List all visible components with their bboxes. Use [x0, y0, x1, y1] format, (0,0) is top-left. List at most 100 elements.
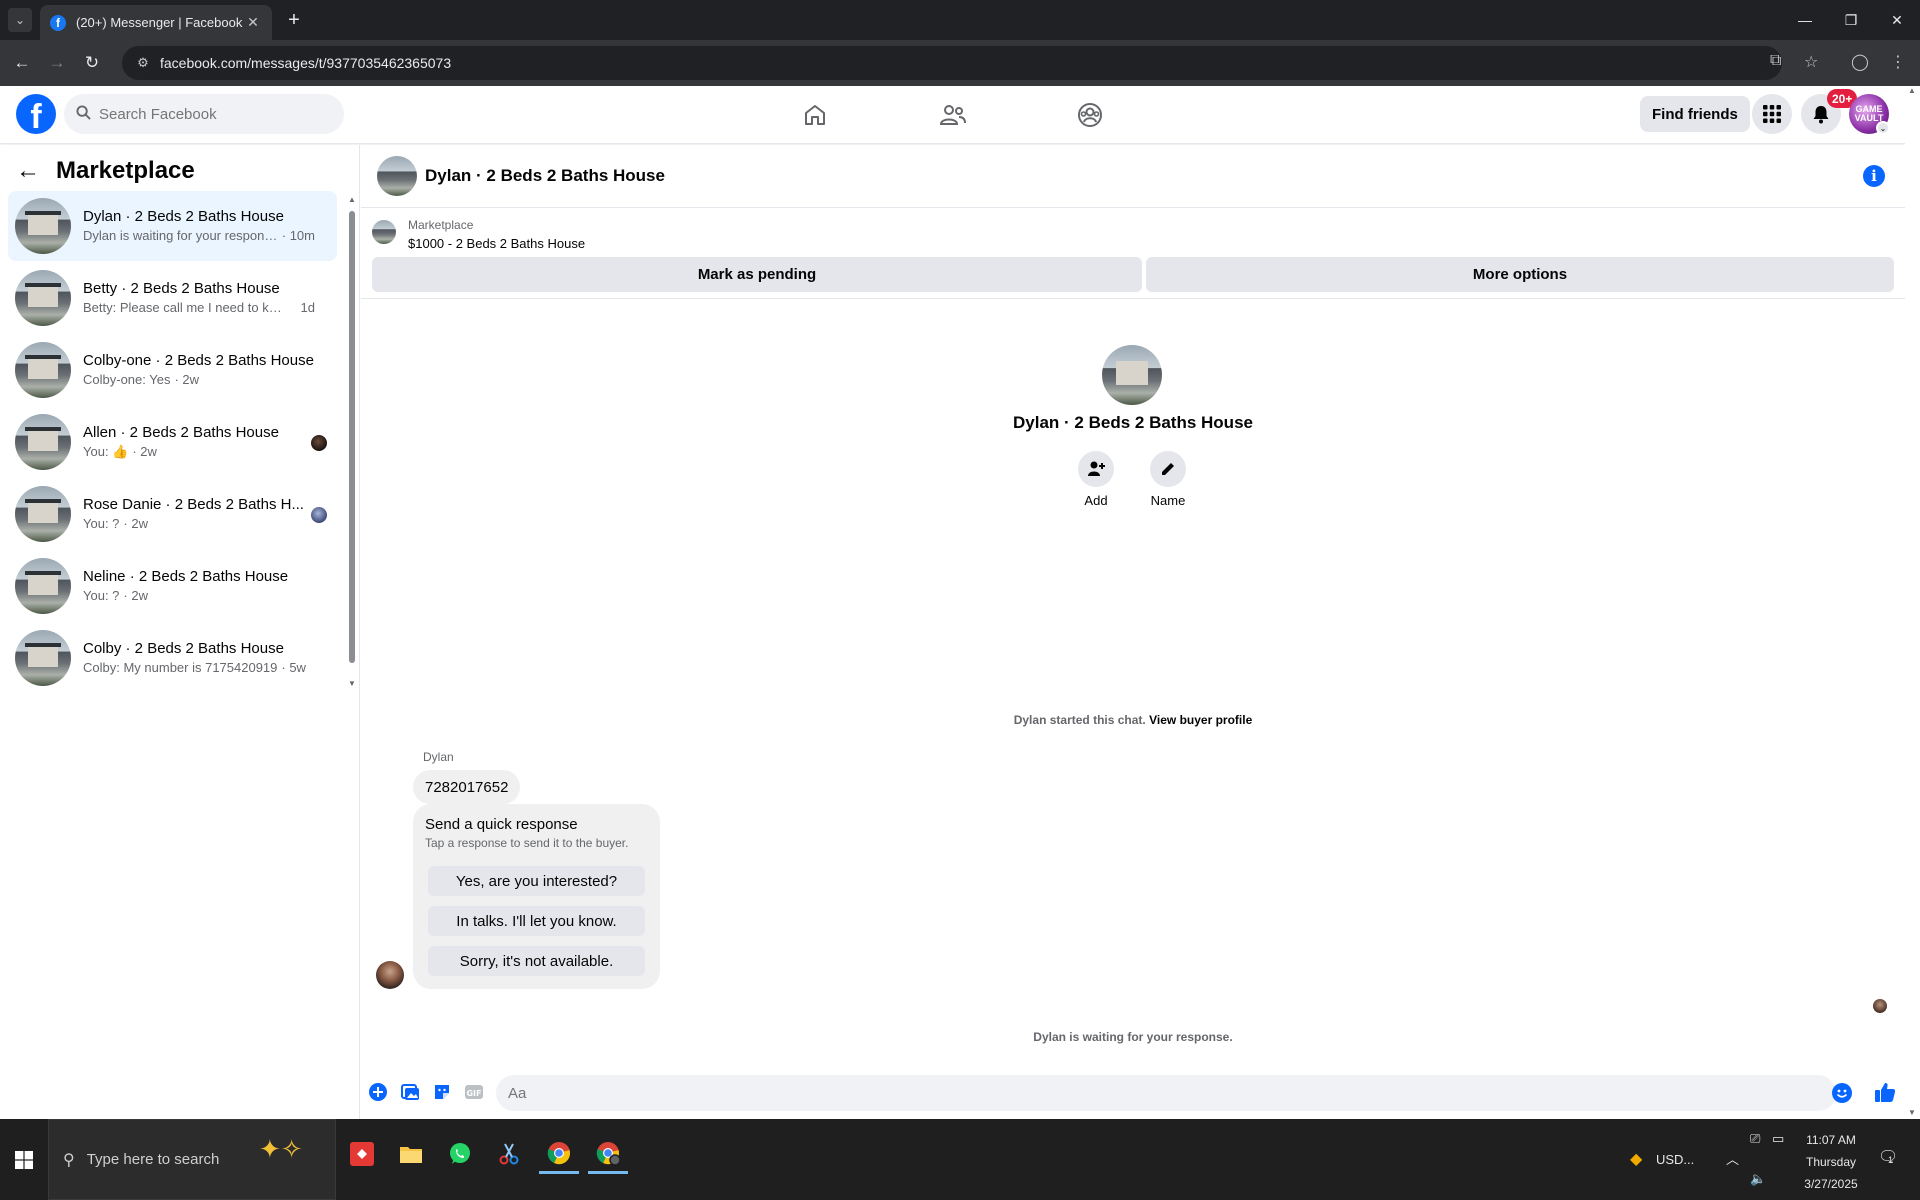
snipping-tool-icon[interactable]	[489, 1134, 529, 1174]
whatsapp-icon[interactable]	[440, 1134, 480, 1174]
conversation-item[interactable]: Dylan · 2 Beds 2 Baths House Dylan is wa…	[8, 191, 337, 261]
windows-start-icon[interactable]	[0, 1119, 48, 1200]
intro-avatar	[1102, 345, 1162, 405]
home-icon[interactable]	[799, 99, 831, 131]
currency-tray[interactable]: ◆ USD...	[1630, 1149, 1694, 1169]
conversation-item[interactable]: Allen · 2 Beds 2 Baths House You: 👍 · 2w	[8, 407, 337, 477]
more-options-button[interactable]: More options	[1146, 257, 1894, 292]
conversation-item[interactable]: Colby · 2 Beds 2 Baths House Colby: My n…	[8, 623, 337, 693]
gif-icon[interactable]: GIF	[464, 1082, 484, 1102]
listing-thumbnail[interactable]	[372, 220, 396, 244]
site-info-icon[interactable]: ⚙	[128, 55, 158, 71]
new-tab-button[interactable]: +	[282, 8, 306, 32]
forward-button[interactable]: →	[45, 51, 69, 75]
listing-thumbnail	[15, 558, 71, 614]
facebook-favicon-icon: f	[50, 14, 66, 31]
svg-text:GIF: GIF	[466, 1089, 481, 1098]
mark-as-pending-button[interactable]: Mark as pending	[372, 257, 1142, 292]
quick-response-button[interactable]: Yes, are you interested?	[428, 866, 645, 896]
seen-avatar	[311, 507, 327, 523]
bookmark-star-icon[interactable]: ☆	[1804, 52, 1818, 72]
restore-button[interactable]: ❐	[1828, 0, 1874, 40]
chrome-profile-icon[interactable]	[588, 1134, 628, 1174]
started-text: Dylan started this chat.	[1013, 713, 1146, 727]
facebook-search[interactable]	[64, 94, 344, 134]
groups-icon[interactable]	[1074, 99, 1106, 131]
message-bubble[interactable]: 7282017652	[413, 770, 521, 804]
quick-response-button[interactable]: Sorry, it's not available.	[428, 946, 645, 976]
view-buyer-profile-link[interactable]: View buyer profile	[1149, 713, 1252, 727]
minimize-button[interactable]: —	[1782, 0, 1828, 40]
intro-name: Dylan · 2 Beds 2 Baths House	[1013, 413, 1253, 432]
quick-response-subtitle: Tap a response to send it to the buyer.	[425, 836, 629, 850]
conversation-item[interactable]: Neline · 2 Beds 2 Baths House You: ? · 2w	[8, 551, 337, 621]
name-label: Name	[1150, 493, 1186, 508]
facebook-logo[interactable]: f	[16, 94, 56, 134]
sidebar-scrollbar[interactable]	[349, 211, 355, 663]
conversation-name: Allen · 2 Beds 2 Baths House	[83, 424, 279, 441]
photo-icon[interactable]	[400, 1082, 420, 1102]
show-hidden-icons-chevron-icon[interactable]: ︿	[1726, 1149, 1739, 1168]
conversation-time: 1d	[300, 300, 315, 315]
close-window-button[interactable]: ✕	[1874, 0, 1920, 40]
chat-avatar[interactable]	[377, 156, 417, 196]
plus-circle-icon[interactable]	[368, 1082, 388, 1102]
conversation-time: · 2w	[132, 444, 157, 459]
add-button[interactable]: Add	[1066, 451, 1126, 508]
facebook-header: f Find friends 20+ GAME VAULT ⌄	[0, 86, 1905, 144]
conversation-preview: Dylan is waiting for your response.	[83, 228, 278, 243]
conversation-item[interactable]: Betty · 2 Beds 2 Baths House Betty: Plea…	[8, 263, 337, 333]
friends-icon[interactable]	[937, 99, 969, 131]
name-button[interactable]: Name	[1138, 451, 1198, 508]
search-input[interactable]	[99, 105, 319, 123]
network-icon[interactable]: ▭	[1772, 1131, 1784, 1147]
sender-avatar[interactable]	[376, 961, 404, 989]
reload-button[interactable]: ↻	[80, 51, 104, 75]
conversation-preview: You: ?	[83, 516, 120, 531]
taskbar-clock[interactable]: 11:07 AM Thursday 3/27/2025	[1800, 1129, 1862, 1195]
back-arrow-icon[interactable]: ←	[16, 157, 40, 185]
conversation-name: Colby-one · 2 Beds 2 Baths House	[83, 352, 314, 369]
chat-title[interactable]: Dylan · 2 Beds 2 Baths House	[425, 166, 665, 186]
chevron-down-icon[interactable]: ⌄	[1876, 121, 1890, 135]
thumbs-up-icon[interactable]	[1873, 1080, 1897, 1104]
taskbar-search[interactable]: ⚲ Type here to search ✦✧	[48, 1119, 336, 1200]
scroll-up-arrow[interactable]: ▲	[347, 195, 357, 204]
volume-icon[interactable]: 🔈	[1750, 1171, 1766, 1187]
browser-tabbar: ⌄ f (20+) Messenger | Facebook ✕ + — ❐ ✕	[0, 0, 1920, 40]
red-app-icon[interactable]	[342, 1134, 382, 1174]
windows-taskbar: ⚲ Type here to search ✦✧ ◆ USD... ︿ ⎚ ▭ …	[0, 1119, 1920, 1200]
find-friends-button[interactable]: Find friends	[1640, 96, 1750, 132]
notification-center-count: 1	[1888, 1155, 1894, 1165]
sidebar-header: ← Marketplace	[16, 157, 195, 185]
conversation-name: Dylan · 2 Beds 2 Baths House	[83, 208, 284, 225]
conversation-time: · 2w	[174, 372, 200, 387]
page-scrollbar[interactable]: ▲ ▼	[1905, 86, 1920, 1119]
close-tab-icon[interactable]: ✕	[244, 14, 262, 31]
marketplace-label: Marketplace	[408, 218, 474, 232]
menu-grid-icon[interactable]	[1752, 94, 1792, 134]
search-icon	[76, 104, 91, 124]
browser-menu-icon[interactable]: ⋮	[1890, 52, 1906, 72]
install-app-icon[interactable]: ⧉	[1770, 52, 1781, 70]
waiting-notice: Dylan is waiting for your response.	[1033, 1030, 1233, 1044]
profile-icon[interactable]: ◯	[1851, 52, 1869, 72]
chrome-icon[interactable]	[539, 1134, 579, 1174]
message-input[interactable]	[496, 1075, 1836, 1111]
conversation-item[interactable]: Colby-one · 2 Beds 2 Baths House Colby-o…	[8, 335, 337, 405]
listing-title[interactable]: $1000 - 2 Beds 2 Baths House	[408, 236, 585, 251]
quick-response-button[interactable]: In talks. I'll let you know.	[428, 906, 645, 936]
tab-list-button[interactable]: ⌄	[8, 8, 32, 32]
conversation-item[interactable]: Rose Danie · 2 Beds 2 Baths H... You: ? ·…	[8, 479, 337, 549]
scroll-down-arrow[interactable]: ▼	[347, 679, 357, 688]
address-bar[interactable]: ⚙ facebook.com/messages/t/93770354623650…	[122, 46, 1782, 80]
info-icon[interactable]: i	[1863, 165, 1885, 187]
sticker-icon[interactable]	[432, 1082, 452, 1102]
meet-now-icon[interactable]: ⎚	[1750, 1131, 1760, 1147]
listing-thumbnail	[15, 198, 71, 254]
browser-tab-active[interactable]: f (20+) Messenger | Facebook ✕	[40, 5, 272, 40]
file-explorer-icon[interactable]	[391, 1134, 431, 1174]
emoji-icon[interactable]	[1832, 1083, 1852, 1103]
notification-center-icon[interactable]: 🗨 1	[1878, 1147, 1898, 1167]
back-button[interactable]: ←	[10, 51, 34, 75]
